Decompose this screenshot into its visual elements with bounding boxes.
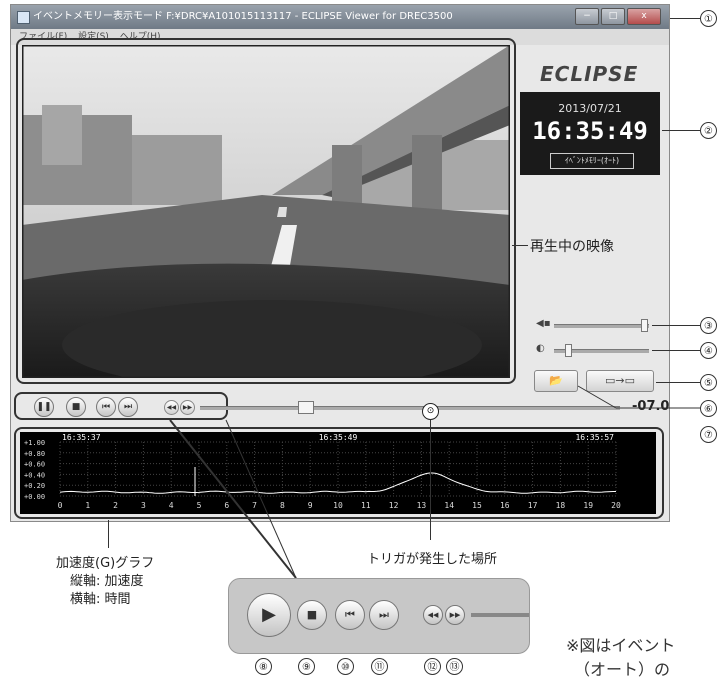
- callout-13: ⑬: [446, 658, 463, 675]
- footnote-line-1: ※図はイベント: [566, 636, 676, 655]
- callout-12: ⑫: [424, 658, 441, 675]
- callout-8: ⑧: [255, 658, 272, 675]
- callout-6-leader: [577, 385, 700, 409]
- callout-10: ⑩: [337, 658, 354, 675]
- callout-11: ⑪: [371, 658, 388, 675]
- callout-6: ⑥: [700, 400, 717, 417]
- callout-7: ⑦: [700, 426, 717, 443]
- footnote-line-2: （オート）の: [574, 660, 671, 679]
- footnote: ※図はイベント （オート）の: [566, 632, 675, 680]
- callout-9: ⑨: [298, 658, 315, 675]
